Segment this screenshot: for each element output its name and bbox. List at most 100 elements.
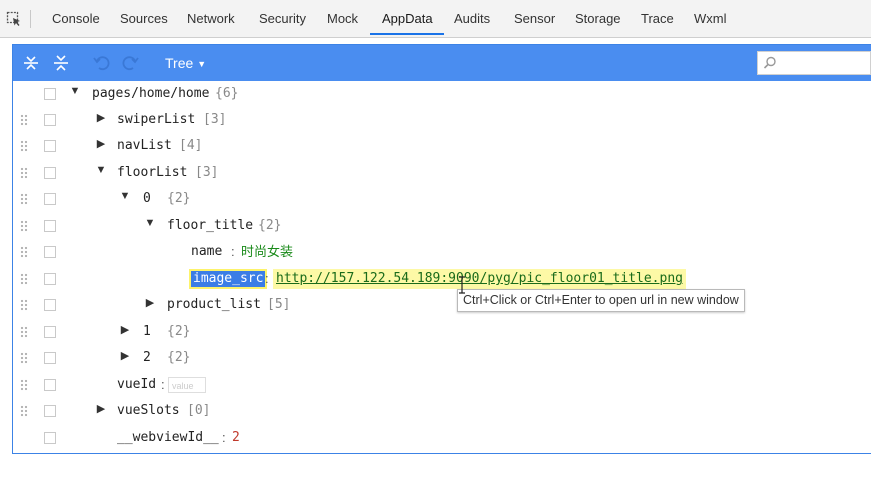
tree-key: swiperList xyxy=(117,112,196,127)
expanded-arrow-icon[interactable]: ▼ xyxy=(119,190,131,202)
tree-key: pages/home/home xyxy=(92,86,210,101)
inspect-element-icon[interactable] xyxy=(6,11,22,27)
tree-row-vueslots: ▶ vueSlots [0] xyxy=(13,398,871,424)
drag-handle-icon[interactable] xyxy=(20,326,28,338)
drag-handle-icon[interactable] xyxy=(20,167,28,179)
appdata-panel: Tree ▼ ▼ pages/home/home {6} ▶ swiperList… xyxy=(12,44,871,454)
collapsed-arrow-icon[interactable]: ▶ xyxy=(144,296,156,309)
row-checkbox[interactable] xyxy=(44,167,56,179)
collapsed-arrow-icon[interactable]: ▶ xyxy=(119,323,131,336)
row-checkbox[interactable] xyxy=(44,88,56,100)
undo-icon[interactable] xyxy=(91,53,111,73)
tree-key: vueId xyxy=(117,377,157,392)
key-value-colon: : xyxy=(231,244,235,259)
tab-audits[interactable]: Audits xyxy=(454,0,490,37)
collapsed-arrow-icon[interactable]: ▶ xyxy=(119,349,131,362)
tab-appdata[interactable]: AppData xyxy=(382,0,433,37)
tree-count: {6} xyxy=(215,86,239,101)
expanded-arrow-icon[interactable]: ▼ xyxy=(144,217,156,229)
search-input[interactable] xyxy=(757,51,871,75)
tab-sensor[interactable]: Sensor xyxy=(514,0,555,37)
row-checkbox[interactable] xyxy=(44,246,56,258)
appdata-toolbar: Tree ▼ xyxy=(13,45,871,81)
tree-count: {2} xyxy=(167,324,191,339)
row-checkbox[interactable] xyxy=(44,140,56,152)
expand-all-icon[interactable] xyxy=(21,53,41,73)
tab-security[interactable]: Security xyxy=(259,0,306,37)
tab-trace[interactable]: Trace xyxy=(641,0,674,37)
number-value[interactable]: 2 xyxy=(232,425,240,451)
expanded-arrow-icon[interactable]: ▼ xyxy=(95,164,107,176)
url-tooltip: Ctrl+Click or Ctrl+Enter to open url in … xyxy=(457,289,745,312)
search-icon xyxy=(763,56,776,69)
tree-key-selected[interactable]: image_src xyxy=(188,269,268,289)
tree-key: 1 xyxy=(143,324,151,339)
tree-row-navlist: ▶ navList [4] xyxy=(13,133,871,159)
devtools-tabbar: Console Sources Network Security Mock Ap… xyxy=(0,0,871,38)
tree-key: __webviewId__ xyxy=(117,430,219,445)
view-mode-dropdown[interactable]: Tree ▼ xyxy=(165,45,206,81)
text-cursor-icon xyxy=(459,276,465,294)
tab-wxml[interactable]: Wxml xyxy=(694,0,727,37)
tree-key: product_list xyxy=(167,297,261,312)
url-value-link[interactable]: http://157.122.54.189:9090/pyg/pic_floor… xyxy=(273,269,686,289)
value-input[interactable]: value xyxy=(168,377,206,393)
row-checkbox[interactable] xyxy=(44,220,56,232)
drag-handle-icon[interactable] xyxy=(20,405,28,417)
drag-handle-icon[interactable] xyxy=(20,273,28,285)
tab-console[interactable]: Console xyxy=(52,0,100,37)
tree-count: [4] xyxy=(179,138,203,153)
key-value-colon: : xyxy=(265,271,269,286)
drag-handle-icon[interactable] xyxy=(20,246,28,258)
row-checkbox[interactable] xyxy=(44,352,56,364)
drag-handle-icon[interactable] xyxy=(20,299,28,311)
tree-key: name xyxy=(191,244,223,259)
row-checkbox[interactable] xyxy=(44,299,56,311)
collapsed-arrow-icon[interactable]: ▶ xyxy=(95,111,107,124)
tree-key: navList xyxy=(117,138,172,153)
collapse-all-icon[interactable] xyxy=(51,53,71,73)
tab-network[interactable]: Network xyxy=(187,0,235,37)
drag-handle-icon[interactable] xyxy=(20,352,28,364)
drag-handle-icon[interactable] xyxy=(20,114,28,126)
collapsed-arrow-icon[interactable]: ▶ xyxy=(95,402,107,415)
tree-count: [5] xyxy=(267,297,291,312)
active-tab-indicator xyxy=(370,33,444,35)
tree-key: floorList xyxy=(117,165,188,180)
drag-handle-icon[interactable] xyxy=(20,379,28,391)
tree-row-floorlist: ▼ floorList [3] xyxy=(13,160,871,186)
tree-key: 0 xyxy=(143,191,151,206)
row-checkbox[interactable] xyxy=(44,326,56,338)
key-value-colon: : xyxy=(222,430,226,445)
tree-row-name: name : 时尚女装 xyxy=(13,239,871,265)
row-checkbox[interactable] xyxy=(44,405,56,417)
row-checkbox[interactable] xyxy=(44,379,56,391)
drag-handle-icon[interactable] xyxy=(20,193,28,205)
tree-row-webviewid: __webviewId__ : 2 xyxy=(13,425,871,451)
tree-row-root: ▼ pages/home/home {6} xyxy=(13,81,871,107)
collapsed-arrow-icon[interactable]: ▶ xyxy=(95,137,107,150)
row-checkbox[interactable] xyxy=(44,273,56,285)
row-checkbox[interactable] xyxy=(44,193,56,205)
tab-sources[interactable]: Sources xyxy=(120,0,168,37)
redo-icon[interactable] xyxy=(121,53,141,73)
tree-row-item-1: ▶ 1 {2} xyxy=(13,319,871,345)
tree-count: {2} xyxy=(167,191,191,206)
row-checkbox[interactable] xyxy=(44,114,56,126)
tree-count: {2} xyxy=(167,350,191,365)
tree-row-item-0: ▼ 0 {2} xyxy=(13,186,871,212)
string-value[interactable]: 时尚女装 xyxy=(241,239,293,265)
tree-key: floor_title xyxy=(167,218,254,233)
row-checkbox[interactable] xyxy=(44,432,56,444)
tree-count: [3] xyxy=(203,112,227,127)
tree-key: vueSlots xyxy=(117,403,180,418)
expanded-arrow-icon[interactable]: ▼ xyxy=(69,85,81,97)
tab-storage[interactable]: Storage xyxy=(575,0,621,37)
drag-handle-icon[interactable] xyxy=(20,140,28,152)
tree-row-vueid: vueId : value xyxy=(13,372,871,398)
drag-handle-icon[interactable] xyxy=(20,220,28,232)
tree-row-floor-title: ▼ floor_title {2} xyxy=(13,213,871,239)
chevron-down-icon: ▼ xyxy=(197,59,207,70)
tab-mock[interactable]: Mock xyxy=(327,0,358,37)
key-value-colon: : xyxy=(161,377,165,392)
